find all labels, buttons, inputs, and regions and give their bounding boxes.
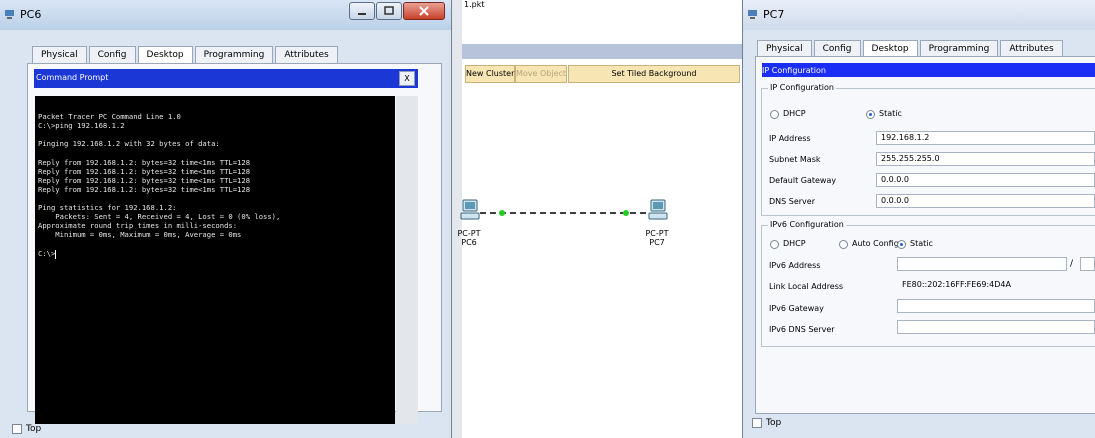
pc6-title-bar[interactable]: PC6 xyxy=(0,0,451,30)
link-status-light-pc7 xyxy=(623,210,629,216)
terminal-line: Reply from 192.168.1.2: bytes=32 time<1m… xyxy=(38,185,251,194)
pc6-device-name: PC6 xyxy=(461,238,477,247)
dns-server-label: DNS Server xyxy=(769,197,815,206)
logical-workspace[interactable]: 1.pkt New Cluster Move Object Set Tiled … xyxy=(452,0,742,438)
close-button[interactable] xyxy=(403,2,445,20)
ipv6-dhcp-radio[interactable] xyxy=(770,240,779,249)
terminal-cursor xyxy=(55,249,57,259)
workspace-title-bar: 1.pkt xyxy=(452,0,742,12)
terminal-line: C:\>ping 192.168.1.2 xyxy=(38,121,125,130)
pc6-top-label: Top xyxy=(26,424,42,434)
ipv6-gateway-field[interactable] xyxy=(897,299,1095,313)
ipv6-address-field[interactable] xyxy=(897,257,1067,271)
pc7-top-label: Top xyxy=(766,418,782,428)
subnet-mask-label: Subnet Mask xyxy=(769,155,821,164)
pc-app-icon xyxy=(748,10,757,19)
command-prompt-title: Command Prompt xyxy=(36,73,109,82)
terminal-line: Reply from 192.168.1.2: bytes=32 time<1m… xyxy=(38,167,251,176)
maximize-icon xyxy=(384,6,394,15)
command-prompt-close-button[interactable]: X xyxy=(399,71,415,86)
ipv4-dhcp-radio[interactable] xyxy=(770,110,779,119)
minimize-icon xyxy=(358,13,366,15)
pc7-device-name: PC7 xyxy=(649,238,665,247)
ipv6-prefix-separator: / xyxy=(1070,259,1074,269)
terminal-line: Reply from 192.168.1.2: bytes=32 time<1m… xyxy=(38,176,251,185)
pc7-title-bar[interactable]: PC7 xyxy=(743,0,1095,30)
terminal-line: Packets: Sent = 4, Received = 4, Lost = … xyxy=(38,212,281,221)
ipv6-address-label: IPv6 Address xyxy=(769,261,821,270)
network-link[interactable] xyxy=(452,195,742,225)
ipv6-auto-config-radio[interactable] xyxy=(839,240,848,249)
ipv4-dhcp-label: DHCP xyxy=(783,109,806,118)
command-prompt-header: Command Prompt X xyxy=(34,69,418,88)
pc6-top-checkbox[interactable] xyxy=(12,424,22,434)
terminal-line: Reply from 192.168.1.2: bytes=32 time<1m… xyxy=(38,158,251,167)
pc-app-icon xyxy=(5,10,14,19)
pc6-tab-desktop[interactable]: Desktop xyxy=(137,46,193,64)
pc6-tab-programming[interactable]: Programming xyxy=(194,46,274,64)
ip-address-field[interactable]: 192.168.1.2 xyxy=(876,131,1095,145)
ipv6-dhcp-label: DHCP xyxy=(783,239,806,248)
ipv6-dns-server-field[interactable] xyxy=(897,320,1095,334)
terminal-scrollbar[interactable] xyxy=(396,96,418,424)
set-tiled-background-button[interactable]: Set Tiled Background xyxy=(568,65,740,83)
pc6-tab-bar: Physical Config Desktop Programming Attr… xyxy=(32,46,340,64)
maximize-button[interactable] xyxy=(376,2,402,20)
pc6-tab-attributes[interactable]: Attributes xyxy=(275,46,338,64)
pc6-tab-config[interactable]: Config xyxy=(88,46,136,64)
pc6-tab-physical[interactable]: Physical xyxy=(32,46,87,64)
ipv6-gateway-label: IPv6 Gateway xyxy=(769,304,824,313)
pc6-device-type: PC-PT xyxy=(457,229,481,238)
ip-configuration-title: IP Configuration xyxy=(762,66,826,75)
default-gateway-label: Default Gateway xyxy=(769,176,837,185)
terminal-line: Ping statistics for 192.168.1.2: xyxy=(38,203,177,212)
ipv4-group-label: IP Configuration xyxy=(768,83,836,92)
move-object-button[interactable]: Move Object xyxy=(515,65,567,83)
link-local-value: FE80::202:16FF:FE69:4D4A xyxy=(902,280,1011,289)
terminal-prompt-line: C:\> xyxy=(38,249,57,259)
ipv6-auto-config-label: Auto Config xyxy=(852,239,899,248)
terminal-line: Packet Tracer PC Command Line 1.0 xyxy=(38,112,181,121)
terminal-line: Approximate round trip times in milli-se… xyxy=(38,221,238,230)
ipv4-static-label: Static xyxy=(879,109,902,118)
subnet-mask-field[interactable]: 255.255.255.0 xyxy=(876,152,1095,166)
ipv6-prefix-field[interactable] xyxy=(1080,257,1095,271)
ip-address-label: IP Address xyxy=(769,134,811,143)
ipv6-dns-server-label: IPv6 DNS Server xyxy=(769,325,835,334)
terminal-line: Pinging 192.168.1.2 with 32 bytes of dat… xyxy=(38,139,220,148)
new-cluster-button[interactable]: New Cluster xyxy=(465,65,515,83)
link-local-label: Link Local Address xyxy=(769,282,844,291)
workspace-file-title: 1.pkt xyxy=(464,0,485,9)
link-status-light-pc6 xyxy=(499,210,505,216)
pc6-device-icon[interactable] xyxy=(460,199,480,221)
dns-server-field[interactable]: 0.0.0.0 xyxy=(876,194,1095,208)
ip-configuration-header: IP Configuration xyxy=(762,63,1095,77)
pc6-title: PC6 xyxy=(20,8,42,21)
terminal-prompt: C:\> xyxy=(38,249,56,258)
close-icon xyxy=(419,6,429,16)
pc7-device-icon[interactable] xyxy=(648,199,668,221)
pc7-title: PC7 xyxy=(763,8,785,21)
pc7-top-checkbox[interactable] xyxy=(752,418,762,428)
ipv6-static-label: Static xyxy=(910,239,933,248)
terminal-line: Minimum = 0ms, Maximum = 0ms, Average = … xyxy=(38,230,242,239)
command-terminal[interactable]: Packet Tracer PC Command Line 1.0 C:\>pi… xyxy=(35,96,395,424)
ipv4-static-radio[interactable] xyxy=(866,110,875,119)
ipv6-static-radio[interactable] xyxy=(897,240,906,249)
workspace-top-bar xyxy=(462,44,742,59)
default-gateway-field[interactable]: 0.0.0.0 xyxy=(876,173,1095,187)
pc7-tab-bar: Physical Config Desktop Programming Attr… xyxy=(757,40,1065,58)
pc7-device-type: PC-PT xyxy=(645,229,669,238)
ipv6-group-label: IPv6 Configuration xyxy=(768,220,846,229)
workspace-toolbar: New Cluster Move Object Set Tiled Backgr… xyxy=(462,62,742,84)
minimize-button[interactable] xyxy=(349,2,375,20)
